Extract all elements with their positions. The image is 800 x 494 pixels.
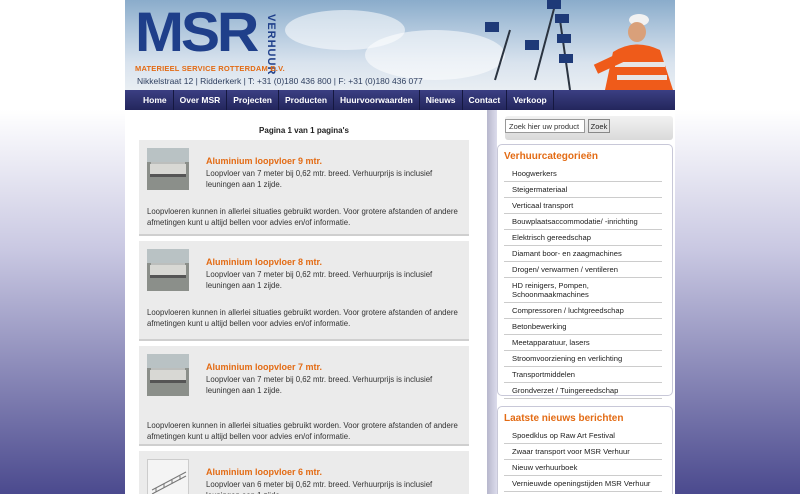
news-item[interactable]: Zwaar transport voor MSR Verhuur: [504, 444, 662, 460]
category-item[interactable]: Transportmiddelen: [504, 367, 662, 383]
product-lead: Loopvloer van 7 meter bij 0,62 mtr. bree…: [206, 375, 433, 395]
sidebar: Zoek Verhuurcategorieën Hoogwerkers Stei…: [497, 110, 675, 494]
category-item[interactable]: HD reinigers, Pompen, Schoonmaakmachines: [504, 278, 662, 303]
search-input[interactable]: [505, 119, 585, 133]
nav-item-verkoop[interactable]: Verkoop: [507, 90, 554, 110]
product-thumbnail[interactable]: [147, 459, 189, 494]
category-item[interactable]: Grondverzet / Tuingereedschap: [504, 383, 662, 399]
product-description: Loopvloeren kunnen in allerlei situaties…: [147, 207, 458, 227]
product-thumbnail[interactable]: [147, 148, 189, 190]
column-divider: [487, 110, 497, 494]
site-header: MSR VERHUUR MATERIEEL SERVICE ROTTERDAM …: [125, 0, 675, 90]
product-lead: Loopvloer van 6 meter bij 0,62 mtr. bree…: [206, 480, 433, 494]
pagination-info: Pagina 1 van 1 pagina's: [259, 126, 349, 135]
contact-info: Nikkelstraat 12 | Ridderkerk | T: +31 (0…: [137, 76, 423, 86]
product-thumbnail[interactable]: [147, 249, 189, 291]
product-title[interactable]: Aluminium loopvloer 7 mtr.: [206, 362, 461, 372]
product-description: Loopvloeren kunnen in allerlei situaties…: [147, 308, 458, 328]
product-title[interactable]: Aluminium loopvloer 8 mtr.: [206, 257, 461, 267]
nav-item-nieuws[interactable]: Nieuws: [420, 90, 463, 110]
nav-item-contact[interactable]: Contact: [463, 90, 508, 110]
nav-item-projecten[interactable]: Projecten: [227, 90, 279, 110]
category-item[interactable]: Bouwplaatsaccommodatie/ -inrichting: [504, 214, 662, 230]
nav-item-producten[interactable]: Producten: [279, 90, 335, 110]
search-bar: Zoek: [505, 116, 673, 140]
search-button[interactable]: Zoek: [588, 119, 610, 133]
logo-subtitle: MATERIEEL SERVICE ROTTERDAM B.V.: [135, 64, 285, 73]
product-item: Aluminium loopvloer 9 mtr. Loopvloer van…: [139, 140, 469, 236]
nav-item-home[interactable]: Home: [137, 90, 174, 110]
product-lead: Loopvloer van 7 meter bij 0,62 mtr. bree…: [206, 169, 433, 189]
news-panel: Laatste nieuws berichten Spoedklus op Ra…: [497, 406, 673, 494]
main-navigation: Home Over MSR Projecten Producten Huurvo…: [125, 90, 675, 110]
category-item[interactable]: Hoogwerkers: [504, 166, 662, 182]
logo[interactable]: MSR VERHUUR MATERIEEL SERVICE ROTTERDAM …: [133, 4, 285, 76]
category-item[interactable]: Betonbewerking: [504, 319, 662, 335]
categories-title: Verhuurcategorieën: [504, 151, 598, 162]
news-title: Laatste nieuws berichten: [504, 413, 624, 424]
nav-item-huurvoorwaarden[interactable]: Huurvoorwaarden: [334, 90, 420, 110]
category-item[interactable]: Diamant boor- en zaagmachines: [504, 246, 662, 262]
product-item: Aluminium loopvloer 8 mtr. Loopvloer van…: [139, 241, 469, 341]
news-item[interactable]: Nieuw verhuurboek: [504, 460, 662, 476]
category-item[interactable]: Elektrisch gereedschap: [504, 230, 662, 246]
categories-panel: Verhuurcategorieën Hoogwerkers Steigerma…: [497, 144, 673, 399]
main-content: Pagina 1 van 1 pagina's Aluminium loopvl…: [139, 110, 469, 494]
page: MSR VERHUUR MATERIEEL SERVICE ROTTERDAM …: [125, 0, 675, 494]
news-item[interactable]: Spoedklus op Raw Art Festival: [504, 428, 662, 444]
category-list: Hoogwerkers Steigermateriaal Verticaal t…: [504, 166, 662, 399]
category-item[interactable]: Meetapparatuur, lasers: [504, 335, 662, 351]
header-photo-cranes: [485, 0, 673, 90]
nav-item-over-msr[interactable]: Over MSR: [174, 90, 228, 110]
category-item[interactable]: Drogen/ verwarmen / ventileren: [504, 262, 662, 278]
product-thumbnail[interactable]: [147, 354, 189, 396]
logo-text: MSR: [135, 0, 259, 63]
product-item: Aluminium loopvloer 6 mtr. Loopvloer van…: [139, 451, 469, 494]
product-item: Aluminium loopvloer 7 mtr. Loopvloer van…: [139, 346, 469, 446]
category-item[interactable]: Verticaal transport: [504, 198, 662, 214]
category-item[interactable]: Steigermateriaal: [504, 182, 662, 198]
news-list: Spoedklus op Raw Art Festival Zwaar tran…: [504, 428, 662, 492]
news-item[interactable]: Vernieuwde openingstijden MSR Verhuur: [504, 476, 662, 492]
category-item[interactable]: Stroomvoorziening en verlichting: [504, 351, 662, 367]
product-description: Loopvloeren kunnen in allerlei situaties…: [147, 421, 458, 441]
product-title[interactable]: Aluminium loopvloer 6 mtr.: [206, 467, 461, 477]
product-title[interactable]: Aluminium loopvloer 9 mtr.: [206, 156, 461, 166]
category-item[interactable]: Compressoren / luchtgreedschap: [504, 303, 662, 319]
product-lead: Loopvloer van 7 meter bij 0,62 mtr. bree…: [206, 270, 433, 290]
